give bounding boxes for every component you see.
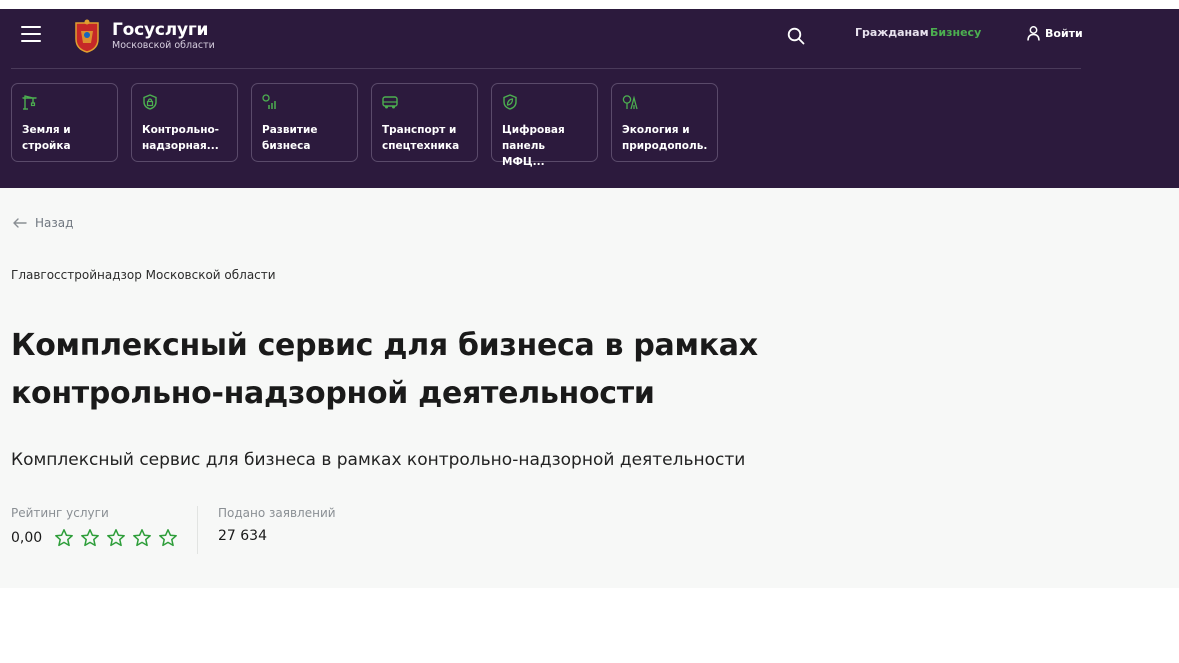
- bus-icon: [382, 96, 398, 109]
- nav-business-link[interactable]: Бизнесу: [930, 26, 981, 39]
- coat-of-arms-icon: [75, 19, 99, 53]
- applications-value: 27 634: [218, 528, 267, 544]
- rating-block: Рейтинг услуги 0,00: [11, 506, 198, 554]
- login-button[interactable]: Войти: [1027, 26, 1083, 41]
- star-icon[interactable]: [80, 528, 100, 548]
- category-card-control[interactable]: Контрольно- надзорная...: [131, 83, 238, 162]
- arrow-left-icon: [13, 218, 27, 228]
- site-header: Госуслуги Московской области Гражданам Б…: [0, 9, 1179, 188]
- login-label: Войти: [1045, 27, 1083, 40]
- menu-icon[interactable]: [21, 26, 41, 44]
- category-card-mfc[interactable]: Цифровая панель МФЦ...: [491, 83, 598, 168]
- back-link[interactable]: Назад: [13, 216, 73, 230]
- star-icon[interactable]: [54, 528, 74, 548]
- crane-icon: [22, 95, 37, 110]
- category-label: Контрольно- надзорная...: [142, 124, 220, 152]
- star-icon[interactable]: [106, 528, 126, 548]
- search-icon[interactable]: [787, 27, 805, 45]
- growth-chart-icon: [262, 94, 276, 109]
- leaf-shield-icon: [503, 94, 517, 110]
- category-card-transport[interactable]: Транспорт и спецтехника: [371, 83, 478, 162]
- category-label: Транспорт и спецтехника: [382, 124, 460, 152]
- page-title: Комплексный сервис для бизнеса в рамках …: [11, 328, 758, 411]
- category-card-ecology[interactable]: Экология и природополь...: [611, 83, 718, 162]
- category-label: Земля и стройка: [22, 124, 71, 152]
- logo-title: Госуслуги: [112, 20, 209, 40]
- shield-lock-icon: [143, 94, 157, 110]
- star-icon[interactable]: [158, 528, 178, 548]
- back-label: Назад: [35, 216, 74, 230]
- page-subtitle: Комплексный сервис для бизнеса в рамках …: [11, 450, 746, 470]
- applications-block: Подано заявлений 27 634: [198, 506, 336, 554]
- service-content: Назад Главгосстройнадзор Московской обла…: [0, 188, 1179, 588]
- header-divider: [11, 68, 1081, 69]
- user-icon: [1027, 26, 1040, 41]
- star-icon[interactable]: [132, 528, 152, 548]
- logo[interactable]: Госуслуги Московской области: [73, 19, 215, 53]
- organization-name: Главгосстройнадзор Московской области: [11, 268, 276, 282]
- service-stats: Рейтинг услуги 0,00 Подано заявлений 27 …: [11, 506, 336, 554]
- rating-label: Рейтинг услуги: [11, 506, 109, 520]
- category-card-business-growth[interactable]: Развитие бизнеса: [251, 83, 358, 162]
- category-card-land[interactable]: Земля и стройка: [11, 83, 118, 162]
- logo-subtitle: Московской области: [112, 40, 215, 51]
- nav-citizens-link[interactable]: Гражданам: [855, 26, 929, 39]
- category-label: Развитие бизнеса: [262, 124, 318, 152]
- trees-icon: [622, 95, 638, 110]
- rating-value: 0,00: [11, 530, 43, 546]
- category-cards: Земля и стройка Контрольно- надзорная...…: [11, 83, 731, 168]
- top-strip: [0, 0, 1179, 9]
- category-label: Экология и природополь...: [622, 124, 707, 152]
- category-label: Цифровая панель МФЦ...: [502, 124, 565, 168]
- applications-label: Подано заявлений: [218, 506, 336, 520]
